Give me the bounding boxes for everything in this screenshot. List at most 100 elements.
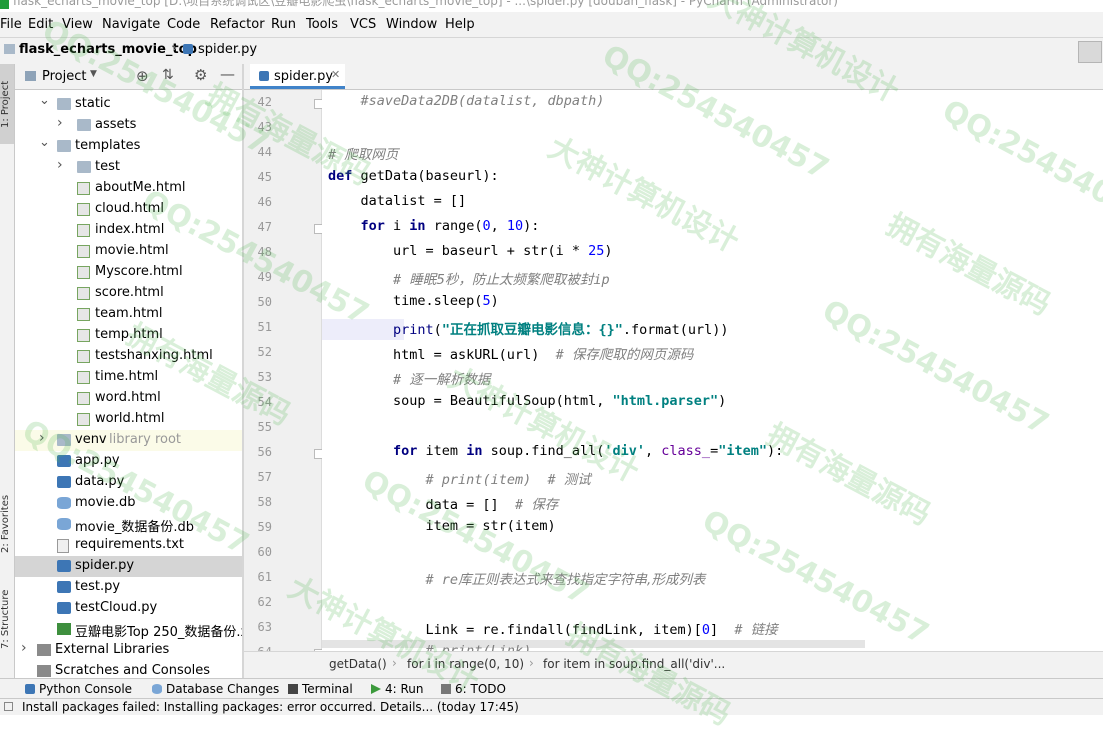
tree-item[interactable]: Myscore.html — [15, 262, 242, 283]
tree-item[interactable]: time.html — [15, 367, 242, 388]
tree-item[interactable]: › External Libraries — [15, 640, 242, 661]
collapse-all-icon[interactable]: ⇅ — [162, 67, 174, 83]
code-line[interactable]: # print(item) # 测试 — [328, 468, 591, 488]
python-console-icon — [25, 684, 35, 694]
run-button[interactable]: 4: Run — [371, 682, 424, 696]
chevron-right-icon[interactable]: › — [21, 640, 27, 656]
user-avatar-icon[interactable] — [1078, 41, 1102, 63]
menu-help[interactable]: Help — [445, 17, 475, 32]
chevron-right-icon: › — [392, 656, 397, 670]
tree-item[interactable]: spider.py — [15, 556, 242, 577]
code-line[interactable]: time.sleep(5) — [328, 293, 499, 309]
code-line[interactable]: for item in soup.find_all('div', class_=… — [328, 443, 783, 459]
menu-view[interactable]: View — [62, 17, 93, 32]
tree-item[interactable]: world.html — [15, 409, 242, 430]
tree-item[interactable]: › test — [15, 157, 242, 178]
nav-project[interactable]: flask_echarts_movie_top — [19, 42, 197, 57]
code-line[interactable]: #saveData2DB(datalist, dbpath) — [328, 93, 605, 109]
project-panel-header: Project ▼ ⊕ ⇅ ⚙ — — [15, 64, 242, 90]
code-line[interactable]: datalist = [] — [328, 193, 467, 209]
line-number: 55 — [257, 420, 272, 434]
tab-structure-tool[interactable]: 7: Structure — [0, 579, 14, 659]
menu-vcs[interactable]: VCS — [350, 17, 376, 32]
code-line[interactable]: html = askURL(url) # 保存爬取的网页源码 — [328, 343, 693, 363]
breadcrumb-item[interactable]: for item in soup.find_all('div'... — [543, 657, 725, 671]
tree-item[interactable]: app.py — [15, 451, 242, 472]
chevron-right-icon[interactable]: › — [57, 157, 63, 173]
terminal-button[interactable]: Terminal — [288, 682, 353, 696]
code-line[interactable]: print("正在抓取豆瓣电影信息：{}".format(url)) — [328, 318, 728, 338]
tree-item-label: word.html — [95, 390, 161, 405]
code-line[interactable]: data = [] # 保存 — [328, 493, 559, 513]
tree-item[interactable]: cloud.html — [15, 199, 242, 220]
tab-project-tool[interactable]: 1: Project — [0, 64, 14, 144]
code-line[interactable]: def getData(baseurl): — [328, 168, 499, 184]
python-console-button[interactable]: Python Console — [25, 682, 132, 696]
tree-item[interactable]: Scratches and Consoles — [15, 661, 242, 678]
code-line[interactable]: # 爬取网页 — [328, 143, 398, 163]
nav-file[interactable]: spider.py — [198, 42, 257, 57]
tree-item[interactable]: data.py — [15, 472, 242, 493]
menu-code[interactable]: Code — [167, 17, 200, 32]
status-toggle-icon[interactable] — [4, 702, 13, 711]
tree-item[interactable]: word.html — [15, 388, 242, 409]
code-line[interactable]: # 睡眠5秒，防止太频繁爬取被封ip — [328, 268, 610, 288]
database-changes-button[interactable]: Database Changes — [152, 682, 279, 696]
code-line[interactable]: url = baseurl + str(i * 25) — [328, 243, 612, 259]
tree-item[interactable]: temp.html — [15, 325, 242, 346]
code-line[interactable]: # 逐一解析数据 — [328, 368, 490, 388]
tree-item[interactable]: index.html — [15, 220, 242, 241]
tree-item[interactable]: 豆瓣电影Top 250_数据备份.xls — [15, 619, 242, 640]
code-line[interactable]: for i in range(0, 10): — [328, 218, 540, 234]
tree-item[interactable]: requirements.txt — [15, 535, 242, 556]
menu-file[interactable]: File — [0, 17, 22, 32]
breadcrumb-item[interactable]: getData() — [329, 657, 387, 671]
tree-item[interactable]: movie.db — [15, 493, 242, 514]
tree-item[interactable]: test.py — [15, 577, 242, 598]
code-line[interactable]: soup = BeautifulSoup(html, "html.parser"… — [328, 393, 726, 409]
tree-item[interactable]: movie_数据备份.db — [15, 514, 242, 535]
line-number: 54 — [257, 395, 272, 409]
todo-button[interactable]: 6: TODO — [441, 682, 506, 696]
chevron-right-icon[interactable]: › — [57, 115, 63, 131]
locate-icon[interactable]: ⊕ — [136, 67, 149, 85]
menu-navigate[interactable]: Navigate — [102, 17, 160, 32]
tree-item[interactable]: ⌄ static — [15, 93, 242, 115]
menu-tools[interactable]: Tools — [306, 17, 338, 32]
database-changes-label: Database Changes — [166, 682, 280, 696]
chevron-down-icon[interactable]: ⌄ — [39, 93, 50, 108]
tree-item[interactable]: team.html — [15, 304, 242, 325]
menu-edit[interactable]: Edit — [28, 17, 53, 32]
code-line[interactable]: item = str(item) — [328, 518, 556, 534]
menu-run[interactable]: Run — [271, 17, 296, 32]
tree-item[interactable]: testshanxing.html — [15, 346, 242, 367]
code-line[interactable]: # print(Link) — [328, 643, 532, 651]
tree-item[interactable]: ⌄ templates — [15, 135, 242, 157]
code-line[interactable]: # re库正则表达式来查找指定字符串,形成列表 — [328, 568, 706, 588]
tree-item[interactable]: › assets — [15, 115, 242, 136]
chevron-down-icon[interactable]: ⌄ — [39, 135, 50, 150]
breadcrumb-item[interactable]: for i in range(0, 10) — [407, 657, 524, 671]
lib-icon — [37, 644, 51, 656]
editor-tab-spider[interactable]: spider.py ✕ — [250, 64, 345, 89]
close-icon[interactable]: ✕ — [331, 68, 340, 81]
tree-item[interactable]: aboutMe.html — [15, 178, 242, 199]
tree-item[interactable]: testCloud.py — [15, 598, 242, 619]
project-panel-title[interactable]: Project — [42, 69, 86, 84]
menu-window[interactable]: Window — [386, 17, 437, 32]
tree-item[interactable]: score.html — [15, 283, 242, 304]
code-editor[interactable]: #saveData2DB(datalist, dbpath) # 爬取网页 def … — [322, 90, 1103, 651]
status-message[interactable]: Install packages failed: Installing pack… — [22, 700, 519, 714]
line-number: 42 — [257, 95, 272, 109]
status-bar: Install packages failed: Installing pack… — [0, 698, 1103, 715]
tree-item[interactable]: movie.html — [15, 241, 242, 262]
menu-refactor[interactable]: Refactor — [210, 17, 265, 32]
gear-icon[interactable]: ⚙ — [194, 66, 207, 84]
chevron-down-icon[interactable]: ▼ — [90, 69, 97, 79]
tab-favorites-tool[interactable]: 2: Favorites — [0, 484, 14, 564]
html-icon — [77, 182, 90, 195]
chevron-right-icon[interactable]: › — [39, 430, 45, 446]
tree-item[interactable]: › venv library root — [15, 430, 242, 451]
minimize-icon[interactable]: — — [220, 65, 235, 83]
code-line[interactable]: Link = re.findall(findLink, item)[0] # 链… — [328, 618, 778, 638]
